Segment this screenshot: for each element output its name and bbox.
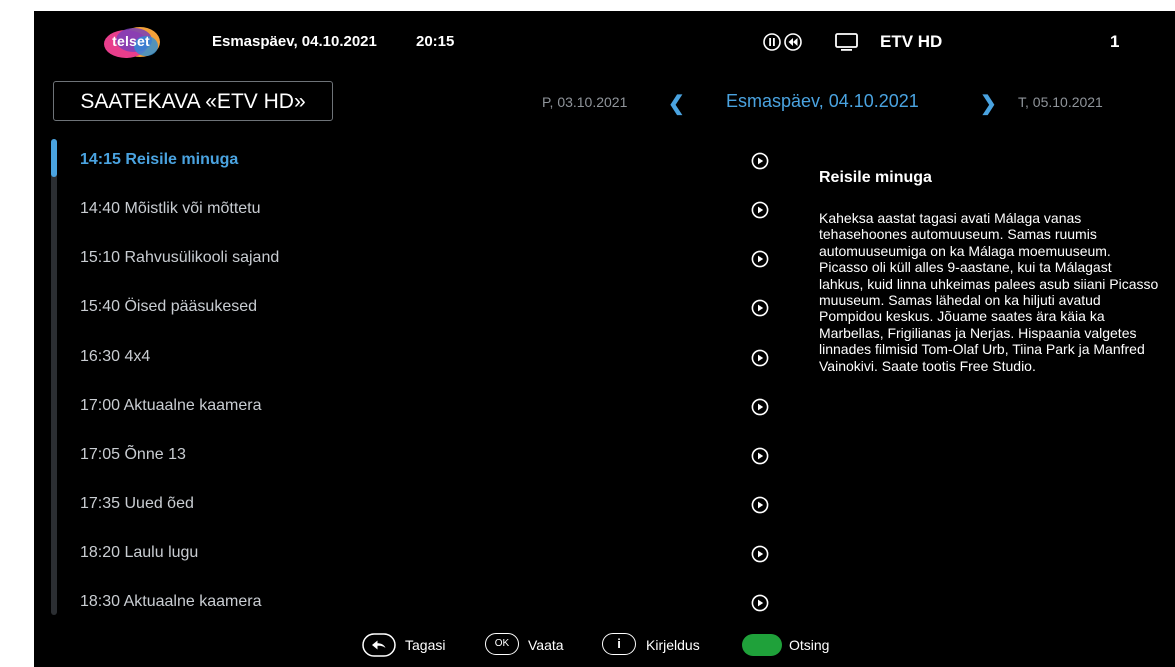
- program-row[interactable]: 17:35 Uued õed: [80, 488, 769, 528]
- info-key: i: [602, 633, 636, 655]
- playback-controls: [763, 32, 805, 52]
- current-date: Esmaspäev, 04.10.2021: [726, 91, 919, 111]
- play-icon[interactable]: [751, 250, 769, 268]
- play-icon[interactable]: [751, 496, 769, 514]
- play-icon[interactable]: [751, 447, 769, 465]
- play-icon[interactable]: [751, 201, 769, 219]
- play-icon[interactable]: [751, 545, 769, 563]
- header-time: 20:15: [416, 33, 455, 50]
- green-key: [742, 634, 782, 656]
- pause-icon: [763, 33, 781, 51]
- program-row[interactable]: 17:00 Aktuaalne kaamera: [80, 390, 769, 430]
- ok-key: OK: [485, 633, 519, 655]
- program-label: 18:30 Aktuaalne kaamera: [80, 593, 262, 610]
- chevron-right-icon[interactable]: ❯: [980, 91, 997, 116]
- program-label: 17:00 Aktuaalne kaamera: [80, 397, 262, 414]
- info-label: Kirjeldus: [646, 637, 700, 653]
- play-icon[interactable]: [751, 398, 769, 416]
- prev-date-link[interactable]: P, 03.10.2021: [542, 94, 627, 110]
- scrollbar-thumb[interactable]: [51, 139, 57, 177]
- description-text: Kaheksa aastat tagasi avati Málaga vanas…: [819, 210, 1159, 374]
- footer-bar: Tagasi OK Vaata i Kirjeldus Otsing: [34, 623, 1175, 667]
- play-icon[interactable]: [751, 349, 769, 367]
- ok-label: Vaata: [528, 637, 564, 653]
- program-label: 17:05 Õnne 13: [80, 446, 186, 463]
- program-row[interactable]: 14:15 Reisile minuga: [80, 144, 769, 184]
- search-label: Otsing: [789, 637, 830, 653]
- description-title: Reisile minuga: [819, 169, 932, 186]
- program-label: 14:40 Mõistlik või mõttetu: [80, 200, 261, 217]
- program-row[interactable]: 16:30 4x4: [80, 341, 769, 381]
- program-row[interactable]: 18:30 Aktuaalne kaamera: [80, 586, 769, 626]
- program-row[interactable]: 15:10 Rahvusülikooli sajand: [80, 242, 769, 282]
- back-label: Tagasi: [405, 637, 446, 653]
- program-row[interactable]: 14:40 Mõistlik või mõttetu: [80, 193, 769, 233]
- logo-text: telset: [112, 33, 150, 49]
- program-label: 14:15 Reisile minuga: [80, 151, 239, 168]
- program-label: 16:30 4x4: [80, 348, 151, 365]
- schedule-title: SAATEKAVA «ETV HD»: [53, 81, 333, 121]
- play-icon[interactable]: [751, 152, 769, 170]
- program-label: 17:35 Uued õed: [80, 495, 194, 512]
- back-arrow-icon: [362, 633, 396, 657]
- program-row[interactable]: 15:40 Öised pääsukesed: [80, 291, 769, 331]
- tv-icon: [834, 32, 860, 52]
- telset-logo: telset: [100, 24, 162, 60]
- rewind-icon: [784, 33, 802, 51]
- channel-number: 1: [1110, 32, 1120, 51]
- next-date-link[interactable]: T, 05.10.2021: [1018, 94, 1103, 110]
- play-icon[interactable]: [751, 594, 769, 612]
- channel-name: ETV HD: [880, 32, 943, 51]
- program-label: 15:40 Öised pääsukesed: [80, 298, 258, 315]
- program-label: 18:20 Laulu lugu: [80, 544, 199, 561]
- program-label: 15:10 Rahvusülikooli sajand: [80, 249, 280, 266]
- program-row[interactable]: 17:05 Õnne 13: [80, 439, 769, 479]
- play-icon[interactable]: [751, 299, 769, 317]
- tv-guide-screen: telset Esmaspäev, 04.10.2021 20:15 ETV H…: [34, 11, 1175, 667]
- program-row[interactable]: 18:20 Laulu lugu: [80, 537, 769, 577]
- header-date: Esmaspäev, 04.10.2021: [212, 33, 377, 50]
- chevron-left-icon[interactable]: ❮: [668, 91, 685, 116]
- back-button[interactable]: Tagasi: [362, 633, 445, 657]
- schedule-scrollbar[interactable]: [51, 139, 57, 615]
